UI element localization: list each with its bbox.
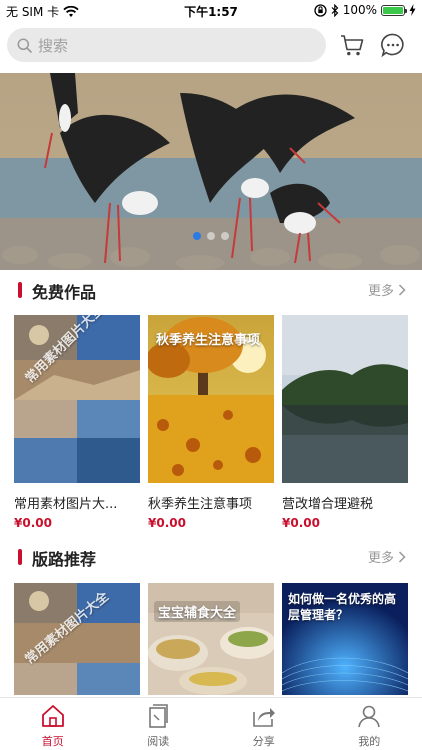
recommend-card[interactable]: 宝宝辅食大全 xyxy=(148,583,274,695)
banner-image xyxy=(0,73,422,270)
work-card[interactable]: 常用素材图片大全 常用素材图片大... ¥0.00 xyxy=(14,315,140,530)
recommend-thumbnail: 宝宝辅食大全 xyxy=(148,583,274,695)
more-label: 更多 xyxy=(367,551,394,566)
banner-carousel[interactable] xyxy=(0,73,422,270)
work-price: ¥0.00 xyxy=(14,516,52,530)
recommend-thumbnail: 如何做一名优秀的高层管理者？ xyxy=(282,583,408,695)
bluetooth-icon xyxy=(331,3,339,17)
message-icon[interactable] xyxy=(380,32,406,58)
section-header-free: 免费作品 更多 xyxy=(0,274,422,306)
lake-image xyxy=(282,315,408,483)
work-title: 秋季养生注意事项 xyxy=(148,497,253,512)
overlay-caption: 秋季养生注意事项 xyxy=(156,333,261,348)
battery-percent: 100% xyxy=(342,3,377,17)
cart-icon[interactable] xyxy=(339,32,365,58)
section-accent-bar xyxy=(18,282,22,298)
overlay-caption: 如何做一名优秀的高层管理者？ xyxy=(288,592,397,622)
carousel-indicator[interactable] xyxy=(0,232,422,240)
work-price: ¥0.00 xyxy=(148,516,186,530)
section-header-recommend: 版路推荐 更多 xyxy=(0,541,422,573)
tab-share[interactable]: 分享 xyxy=(211,698,317,750)
status-bar: 无 SIM 卡 下午1:57 100% xyxy=(0,0,422,22)
search-placeholder: 搜索 xyxy=(38,36,69,55)
section-accent-bar xyxy=(18,549,22,565)
home-icon xyxy=(41,705,64,727)
section-title: 免费作品 xyxy=(32,283,97,302)
recommend-card[interactable]: 如何做一名优秀的高层管理者？ xyxy=(282,583,408,695)
recommend-thumbnail: 常用素材图片大全 xyxy=(14,583,140,695)
tab-label: 首页 xyxy=(41,735,64,748)
work-card[interactable]: 营改增合理避税 ¥0.00 xyxy=(282,315,408,530)
work-price: ¥0.00 xyxy=(282,516,320,530)
carousel-dot[interactable] xyxy=(193,232,201,240)
work-thumbnail xyxy=(282,315,408,483)
bottom-tab-bar: 首页 阅读 分享 我的 xyxy=(0,697,422,750)
search-icon xyxy=(17,38,32,53)
collage-image xyxy=(14,583,140,695)
more-label: 更多 xyxy=(367,284,394,299)
chevron-right-icon xyxy=(398,283,406,296)
more-link[interactable]: 更多 xyxy=(368,280,406,299)
work-thumbnail: 秋季养生注意事项 xyxy=(148,315,274,483)
overlay-caption: 宝宝辅食大全 xyxy=(154,601,241,622)
carousel-dot[interactable] xyxy=(207,232,215,240)
tab-label: 分享 xyxy=(252,735,275,748)
tab-read[interactable]: 阅读 xyxy=(106,698,212,750)
charging-icon xyxy=(409,4,416,16)
tab-me[interactable]: 我的 xyxy=(317,698,422,750)
baby-food-image xyxy=(148,583,274,695)
battery-level xyxy=(383,6,403,14)
orientation-lock-icon xyxy=(314,3,327,17)
work-title: 常用素材图片大... xyxy=(14,497,118,512)
more-link[interactable]: 更多 xyxy=(368,547,406,566)
work-title: 营改增合理避税 xyxy=(282,497,374,512)
book-icon xyxy=(149,704,169,728)
tab-home[interactable]: 首页 xyxy=(0,698,106,750)
carousel-dot[interactable] xyxy=(221,232,229,240)
tab-label: 阅读 xyxy=(147,735,170,748)
search-row: 搜索 xyxy=(0,26,422,66)
search-input[interactable]: 搜索 xyxy=(7,28,326,62)
work-card[interactable]: 秋季养生注意事项 秋季养生注意事项 ¥0.00 xyxy=(148,315,274,530)
battery-icon xyxy=(381,4,407,16)
tab-label: 我的 xyxy=(358,735,381,748)
section-title: 版路推荐 xyxy=(32,550,97,569)
work-thumbnail: 常用素材图片大全 xyxy=(14,315,140,483)
recommend-card[interactable]: 常用素材图片大全 xyxy=(14,583,140,695)
share-icon xyxy=(252,708,275,727)
chevron-right-icon xyxy=(398,550,406,563)
status-right: 100% xyxy=(314,3,416,17)
user-icon xyxy=(358,705,381,728)
